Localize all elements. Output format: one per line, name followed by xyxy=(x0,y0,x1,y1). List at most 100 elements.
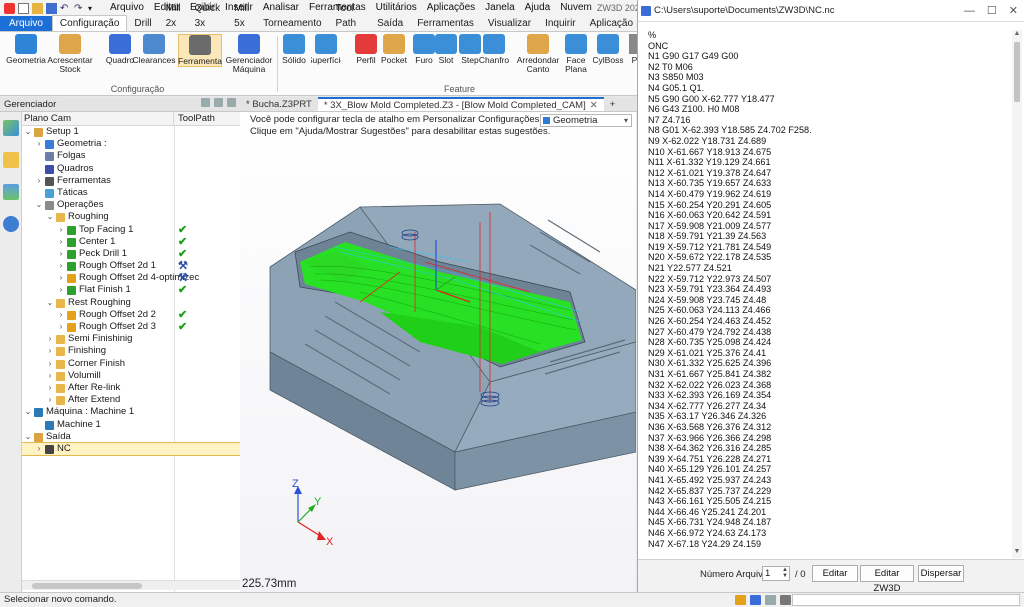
stepper-arrows-icon[interactable]: ▲ ▼ xyxy=(782,567,788,579)
chevron-right-icon[interactable]: › xyxy=(57,321,65,333)
ribbon-button-config-3[interactable]: Clearances xyxy=(132,34,176,65)
menu-item-6[interactable]: Utilitários xyxy=(371,0,422,16)
ribbon-button-feature-1[interactable]: Superfície xyxy=(311,34,341,65)
chevron-right-icon[interactable]: › xyxy=(57,260,65,272)
user-icon[interactable] xyxy=(3,216,19,232)
tree-row[interactable]: › Ferramentas xyxy=(22,175,240,187)
menu-item-4[interactable]: Analisar xyxy=(258,0,304,16)
scroll-up-icon[interactable]: ▲ xyxy=(1012,30,1022,40)
undo-icon[interactable]: ↶ xyxy=(60,3,71,14)
menu-item-8[interactable]: Janela xyxy=(480,0,519,16)
tree-row[interactable]: › Peck Drill 1 ✔ xyxy=(22,248,240,260)
customize-dropdown-icon[interactable]: ▾ xyxy=(88,3,99,14)
tree-row[interactable]: › NC xyxy=(22,441,240,457)
tree-row[interactable]: Quadros xyxy=(22,163,240,175)
ribbon-button-config-4[interactable]: Ferramenta xyxy=(178,34,222,67)
scroll-thumb[interactable] xyxy=(32,583,142,589)
ribbon-button-feature-2[interactable]: Perfil xyxy=(351,34,381,65)
file-number-stepper[interactable]: 1 ▲ ▼ xyxy=(762,566,790,581)
view-filter-dropdown[interactable]: Geometria ▾ xyxy=(540,114,632,127)
ribbon-tab-6[interactable]: Torneamento xyxy=(256,16,328,31)
chevron-right-icon[interactable]: › xyxy=(46,345,54,357)
ribbon-tab-10[interactable]: Visualizar xyxy=(481,16,538,31)
chevron-right-icon[interactable]: › xyxy=(57,236,65,248)
tree-row[interactable]: › After Re-link xyxy=(22,382,240,394)
panel-pin-icon[interactable] xyxy=(214,98,223,107)
tree-row[interactable]: › Semi Finishinig xyxy=(22,333,240,345)
ribbon-tab-2[interactable]: Drill xyxy=(127,16,158,31)
dismiss-button[interactable]: Dispersar xyxy=(918,565,964,582)
tree-row[interactable]: › Corner Finish xyxy=(22,358,240,370)
new-file-icon[interactable] xyxy=(18,2,29,14)
tree-row[interactable]: ⌄ Rest Roughing xyxy=(22,297,240,309)
chevron-right-icon[interactable]: › xyxy=(35,175,43,187)
close-tab-icon[interactable]: ✕ xyxy=(590,100,598,111)
open-folder-icon[interactable] xyxy=(32,2,43,14)
ribbon-button-feature-9[interactable]: Face Plana xyxy=(561,34,591,74)
ribbon-tab-9[interactable]: Ferramentas xyxy=(410,16,481,31)
ribbon-button-feature-3[interactable]: Pocket xyxy=(379,34,409,65)
edit-zw3d-button[interactable]: Editar ZW3D xyxy=(860,565,914,594)
command-input[interactable] xyxy=(792,594,1020,606)
panel-options-icon[interactable] xyxy=(201,98,210,107)
ribbon-button-config-0[interactable]: Geometria xyxy=(4,34,48,65)
chevron-right-icon[interactable]: › xyxy=(46,370,54,382)
panel-close-icon[interactable] xyxy=(227,98,236,107)
menu-item-10[interactable]: Nuvem xyxy=(555,0,597,16)
document-tab-1[interactable]: * 3X_Blow Mold Completed.Z3 - [Blow Mold… xyxy=(317,97,604,111)
close-icon[interactable]: ✕ xyxy=(1009,0,1018,22)
tree-row[interactable]: › Rough Offset 2d 2 ✔ xyxy=(22,309,240,321)
chevron-down-icon[interactable]: ⌄ xyxy=(46,297,54,309)
tree-row[interactable]: › Rough Offset 2d 1 ⚒ xyxy=(22,260,240,272)
menu-item-0[interactable]: Arquivo xyxy=(105,0,149,16)
ribbon-tab-7[interactable]: Editor Tool Path xyxy=(329,0,371,31)
chevron-right-icon[interactable]: › xyxy=(57,248,65,260)
scroll-down-icon[interactable]: ▼ xyxy=(1012,548,1022,558)
minimize-icon[interactable]: — xyxy=(964,0,975,22)
tree-horizontal-scrollbar[interactable] xyxy=(22,580,240,590)
chevron-right-icon[interactable]: › xyxy=(57,284,65,296)
menu-item-7[interactable]: Aplicações xyxy=(422,0,480,16)
tree-row[interactable]: Folgas xyxy=(22,150,240,162)
image-icon[interactable] xyxy=(3,184,19,200)
tree-row[interactable]: › Center 1 ✔ xyxy=(22,236,240,248)
chevron-down-icon[interactable]: ⌄ xyxy=(35,199,43,211)
ribbon-button-feature-0[interactable]: Sólido xyxy=(279,34,309,65)
chevron-down-icon[interactable]: ⌄ xyxy=(46,211,54,223)
column-toolpath[interactable]: ToolPath xyxy=(174,112,215,125)
ribbon-button-config-1[interactable]: Acrescentar Stock xyxy=(47,34,93,74)
ribbon-button-feature-10[interactable]: CylBoss xyxy=(593,34,623,65)
ribbon-tab-3[interactable]: Mill 2x xyxy=(159,1,188,31)
chevron-right-icon[interactable]: › xyxy=(57,224,65,236)
chevron-right-icon[interactable]: › xyxy=(46,358,54,370)
chevron-down-icon[interactable]: ⌄ xyxy=(24,406,32,418)
scroll-thumb[interactable] xyxy=(1014,42,1020,102)
status-grid-icon[interactable] xyxy=(735,595,746,605)
tree-row[interactable]: ⌄ Saída xyxy=(22,431,240,443)
ribbon-tab-11[interactable]: Inquirir xyxy=(538,16,583,31)
edit-button[interactable]: Editar xyxy=(812,565,858,582)
status-layout-icon[interactable] xyxy=(780,595,791,605)
maximize-icon[interactable]: ☐ xyxy=(987,0,997,22)
tree-row[interactable]: › Flat Finish 1 ✔ xyxy=(22,284,240,296)
tree-row[interactable]: Machine 1 xyxy=(22,419,240,431)
history-icon[interactable] xyxy=(3,152,19,168)
new-tab-icon[interactable]: + xyxy=(604,97,622,111)
status-view-icon[interactable] xyxy=(765,595,776,605)
column-plan-cam[interactable]: Plano Cam xyxy=(22,112,174,125)
tree-row[interactable]: › After Extend xyxy=(22,394,240,406)
save-icon[interactable] xyxy=(46,2,57,14)
tree-row[interactable]: ⌄ Operações xyxy=(22,199,240,211)
tree-row[interactable]: Táticas xyxy=(22,187,240,199)
ribbon-tab-8[interactable]: Saída xyxy=(370,16,410,31)
nc-code-text[interactable]: % ONC N1 G90 G17 G49 G00 N2 T0 M06 N3 S850 M… xyxy=(638,22,1010,559)
3d-viewport[interactable]: Você pode configurar tecla de atalho em … xyxy=(240,112,636,592)
ribbon-tab-5[interactable]: Mill 5x xyxy=(227,1,256,31)
menu-item-9[interactable]: Ajuda xyxy=(520,0,556,16)
ribbon-button-feature-8[interactable]: Arredondar Canto xyxy=(515,34,561,74)
chevron-right-icon[interactable]: › xyxy=(57,309,65,321)
tree-row[interactable]: › Volumill xyxy=(22,370,240,382)
cam-plan-icon[interactable] xyxy=(3,120,19,136)
ribbon-tab-0[interactable]: Arquivo xyxy=(0,16,52,31)
ribbon-button-config-5[interactable]: Gerenciador Máquina xyxy=(224,34,274,74)
